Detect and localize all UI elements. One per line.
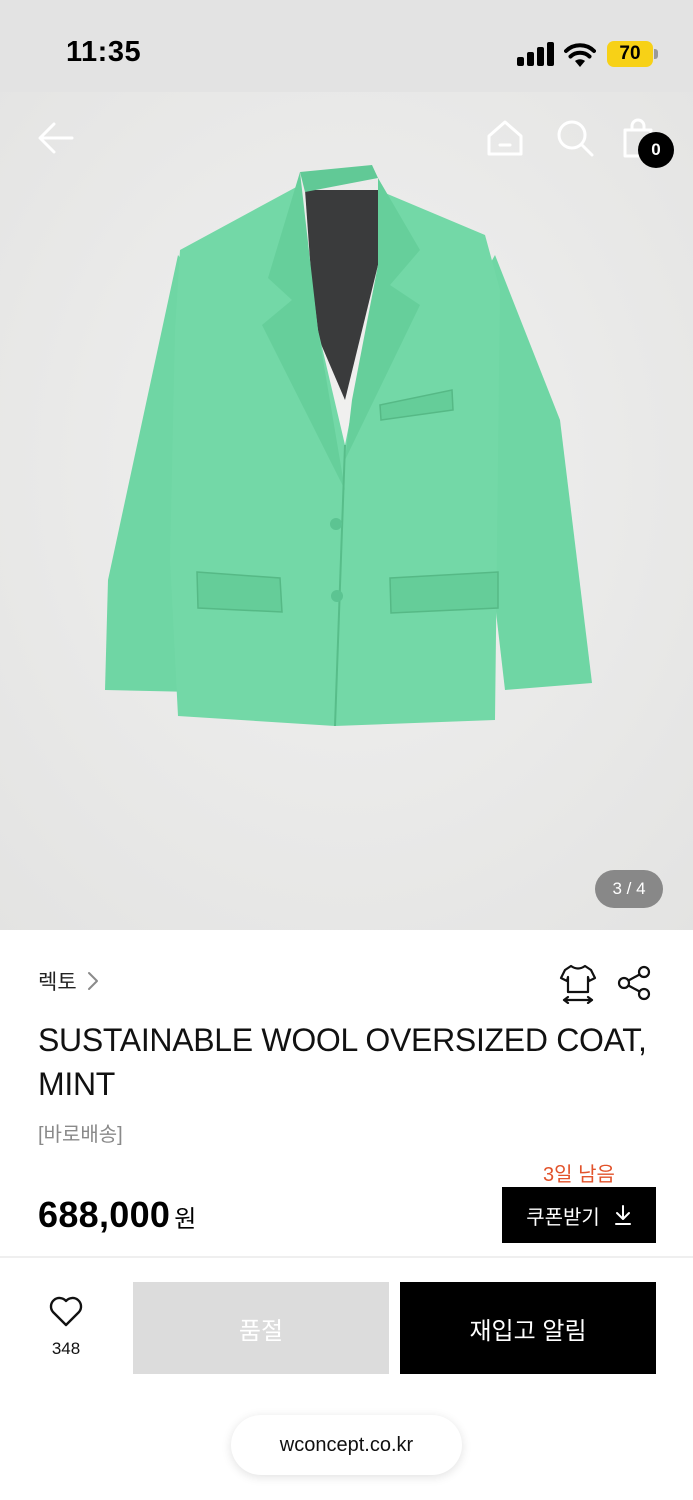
cellular-signal-icon: [517, 42, 555, 66]
share-icon[interactable]: [615, 964, 653, 1002]
download-icon: [614, 1205, 631, 1225]
home-icon[interactable]: [485, 118, 525, 158]
price-value: 688,000: [38, 1194, 171, 1235]
cart-count-badge: 0: [638, 132, 674, 168]
status-bar: 11:35 70: [0, 0, 693, 92]
coupon-button-label: 쿠폰받기: [526, 1206, 600, 1229]
divider: [0, 1256, 693, 1258]
battery-tip: [654, 49, 658, 59]
delivery-tag: [바로배송]: [38, 1124, 123, 1146]
chevron-right-icon: [87, 972, 98, 990]
size-guide-icon[interactable]: [558, 962, 598, 1004]
battery-indicator: 70: [607, 41, 653, 67]
battery-level: 70: [619, 43, 641, 64]
browser-url-bar[interactable]: wconcept.co.kr: [231, 1415, 462, 1475]
brand-link[interactable]: 렉토: [38, 966, 99, 996]
coupon-days-left: 3일 남음: [543, 1164, 615, 1186]
price: 688,000 원: [38, 1194, 196, 1236]
price-currency: 원: [174, 1206, 197, 1233]
product-image-coat[interactable]: [0, 92, 693, 930]
status-time: 11:35: [66, 36, 142, 68]
image-counter: 3 / 4: [595, 870, 663, 908]
soldout-button[interactable]: 품절: [133, 1282, 389, 1374]
product-title: SUSTAINABLE WOOL OVERSIZED COAT, MINT: [38, 1022, 647, 1102]
brand-name: 렉토: [38, 971, 77, 994]
search-icon[interactable]: [555, 118, 595, 158]
restock-alert-button[interactable]: 재입고 알림: [400, 1282, 656, 1374]
heart-icon: [49, 1296, 83, 1327]
wifi-icon: [564, 43, 596, 67]
coupon-download-button[interactable]: 쿠폰받기: [502, 1187, 656, 1243]
wishlist-button[interactable]: 348: [34, 1296, 98, 1359]
back-arrow-icon[interactable]: [36, 120, 76, 156]
wishlist-count: 348: [51, 1339, 81, 1358]
product-image-gallery[interactable]: [0, 92, 693, 930]
